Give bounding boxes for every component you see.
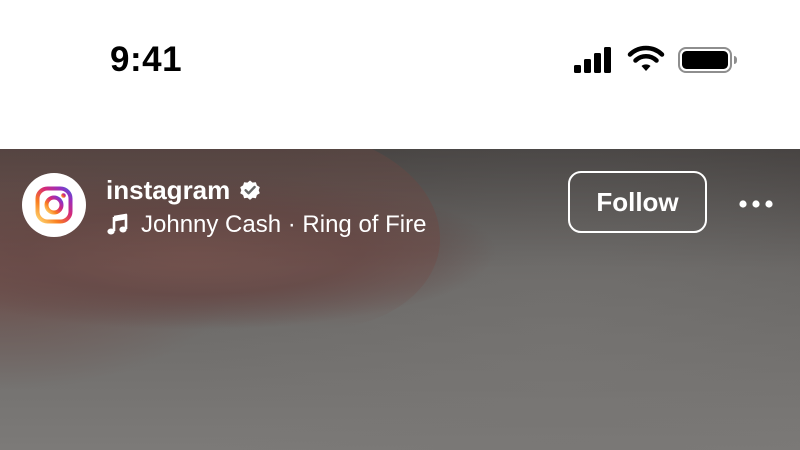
verified-badge-icon xyxy=(240,180,261,200)
cellular-signal-icon xyxy=(574,47,611,73)
account-avatar[interactable] xyxy=(22,173,86,237)
app-screen: 9:41 instagram Johnny Cash · Ring of Fir… xyxy=(0,0,800,450)
battery-icon xyxy=(678,47,737,73)
instagram-logo-icon xyxy=(35,186,73,224)
audio-label[interactable]: Johnny Cash · Ring of Fire xyxy=(141,209,426,241)
status-bar: 9:41 xyxy=(0,0,800,149)
status-time: 9:41 xyxy=(110,40,183,79)
audio-row[interactable]: Johnny Cash · Ring of Fire xyxy=(106,208,426,242)
music-note-icon xyxy=(107,213,128,235)
username-row: instagram xyxy=(106,172,262,208)
follow-button[interactable]: Follow xyxy=(568,171,707,233)
wifi-icon xyxy=(627,45,665,71)
account-username[interactable]: instagram xyxy=(106,173,230,207)
more-options-icon[interactable] xyxy=(734,188,778,220)
